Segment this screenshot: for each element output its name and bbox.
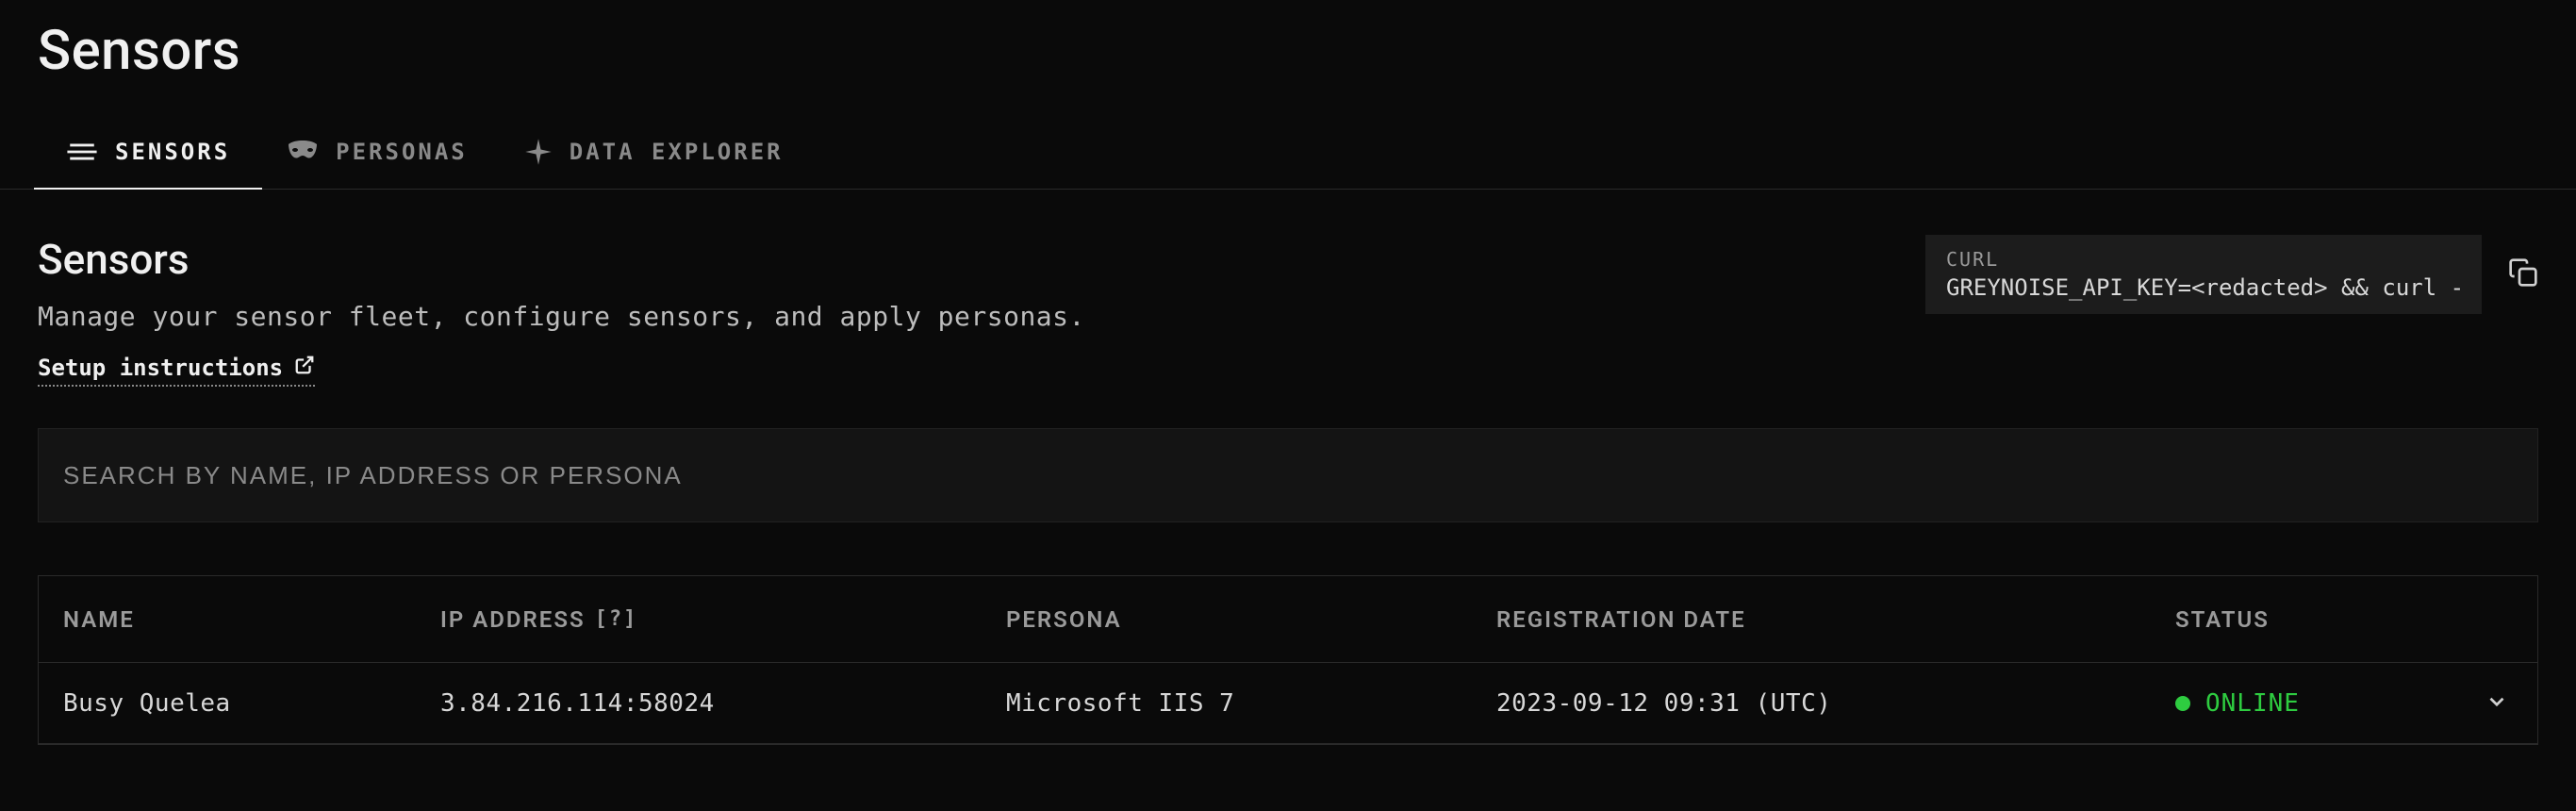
col-ip-label: IP ADDRESS: [440, 606, 586, 633]
tab-sensors[interactable]: SENSORS: [66, 121, 230, 189]
chevron-down-icon: [2485, 689, 2509, 718]
col-registration-date: REGISTRATION DATE: [1496, 606, 2175, 633]
tab-label: PERSONAS: [336, 139, 468, 165]
tab-label: SENSORS: [115, 139, 230, 165]
curl-label: CURL: [1946, 248, 2461, 271]
setup-link-label: Setup instructions: [38, 355, 283, 381]
tab-data-explorer[interactable]: DATA EXPLORER: [524, 121, 784, 189]
search-input[interactable]: [63, 461, 2513, 490]
mask-icon: [287, 141, 319, 163]
section-description: Manage your sensor fleet, configure sens…: [38, 301, 1085, 332]
curl-command: GREYNOISE_API_KEY=<redacted> && curl -: [1946, 274, 2461, 301]
cell-ip: 3.84.216.114:58024: [440, 689, 1006, 718]
curl-snippet: CURL GREYNOISE_API_KEY=<redacted> && cur…: [1925, 235, 2482, 314]
table-header: NAME IP ADDRESS [?] PERSONA REGISTRATION…: [39, 576, 2537, 663]
col-name: NAME: [63, 606, 440, 633]
compass-icon: [524, 138, 553, 166]
ip-help-icon[interactable]: [?]: [595, 607, 638, 631]
table-row[interactable]: Busy Quelea 3.84.216.114:58024 Microsoft…: [39, 663, 2537, 744]
status-dot-icon: [2175, 696, 2190, 711]
tab-bar: SENSORS PERSONAS DATA EXPLORER: [0, 121, 2576, 190]
section-heading: Sensors: [38, 235, 1085, 284]
expand-row-button[interactable]: [2437, 689, 2513, 718]
copy-button[interactable]: [2508, 257, 2538, 291]
cell-name: Busy Quelea: [63, 689, 440, 718]
col-persona: PERSONA: [1006, 606, 1496, 633]
external-link-icon: [294, 355, 315, 381]
page-title: Sensors: [38, 19, 2538, 83]
col-ip: IP ADDRESS [?]: [440, 606, 1006, 633]
search-box[interactable]: [38, 428, 2538, 522]
cell-registration-date: 2023-09-12 09:31 (UTC): [1496, 689, 2175, 718]
tab-label: DATA EXPLORER: [570, 139, 784, 165]
setup-instructions-link[interactable]: Setup instructions: [38, 355, 315, 387]
cell-persona: Microsoft IIS 7: [1006, 689, 1496, 718]
tab-personas[interactable]: PERSONAS: [287, 121, 468, 189]
status-label: ONLINE: [2205, 689, 2300, 718]
col-status: STATUS: [2175, 606, 2437, 633]
sensors-table: NAME IP ADDRESS [?] PERSONA REGISTRATION…: [38, 575, 2538, 745]
sensors-icon: [66, 136, 98, 168]
copy-icon: [2508, 273, 2538, 291]
cell-status: ONLINE: [2175, 689, 2437, 718]
